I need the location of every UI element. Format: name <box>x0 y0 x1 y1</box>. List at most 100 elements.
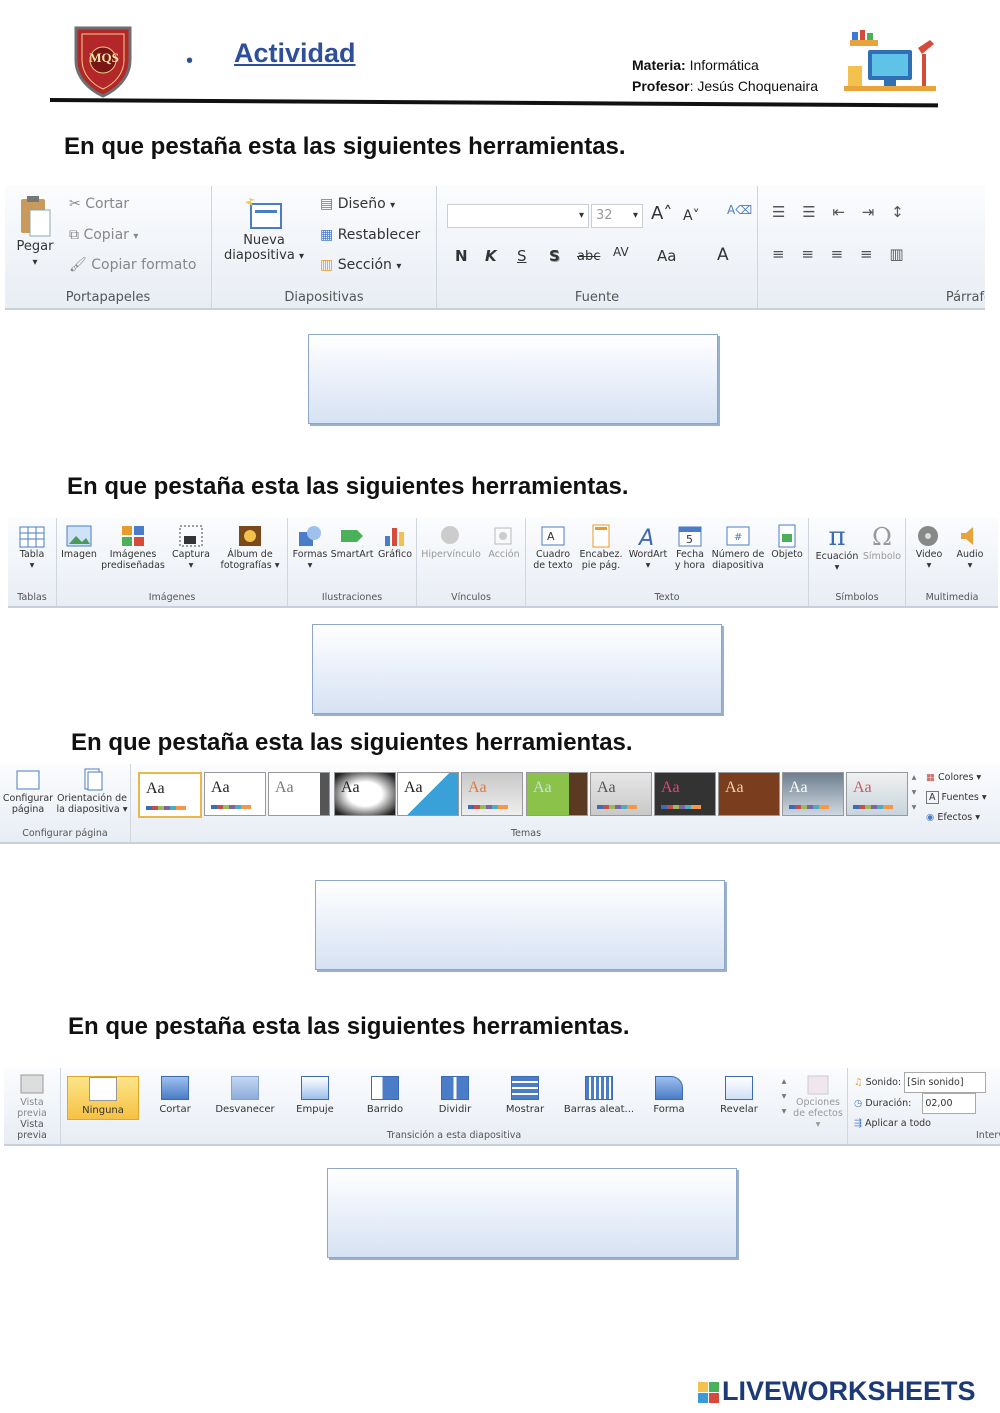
ribbon-inicio: Pegar ▾ ✂ Cortar ⧉ Copiar ▾ 🖌 Copiar form… <box>5 186 985 310</box>
format-painter-button[interactable]: 🖌 Copiar formato <box>69 257 196 273</box>
transition-scroll-icon[interactable]: ▴ ▾ ▾ <box>779 1074 789 1119</box>
screenshot-button[interactable]: Captura ▾ <box>169 524 213 572</box>
transition-empuje[interactable]: Empuje <box>281 1076 349 1118</box>
fonts-button[interactable]: A Fuentes ▾ <box>926 788 987 808</box>
answer-box-1[interactable] <box>308 334 718 424</box>
colors-button[interactable]: ▦ Colores ▾ <box>926 768 987 788</box>
theme-5[interactable]: Aa <box>397 772 459 816</box>
slide-number-button[interactable]: # Número de diapositiva <box>710 524 766 572</box>
wordart-button[interactable]: A WordArt ▾ <box>626 524 670 572</box>
answer-box-3[interactable] <box>315 880 725 970</box>
orientation-icon <box>84 768 103 791</box>
calendar-icon: 5 <box>678 526 702 547</box>
paste-button[interactable]: Pegar ▾ <box>13 194 57 270</box>
clear-format-icon[interactable]: A⌫ <box>727 203 752 218</box>
preview-button[interactable]: Vista previa <box>6 1072 58 1120</box>
cut-button[interactable]: ✂ Cortar <box>69 196 129 212</box>
video-button[interactable]: Video ▾ <box>910 524 948 572</box>
symbol-button[interactable]: Ω Símbolo <box>861 522 903 563</box>
pi-icon: π <box>828 522 846 552</box>
answer-box-2[interactable] <box>312 624 722 714</box>
transition-barrido[interactable]: Barrido <box>351 1076 419 1118</box>
group-label-interv: Interv <box>976 1130 1000 1141</box>
theme-9[interactable]: Aa <box>654 772 716 816</box>
table-icon <box>19 526 45 548</box>
object-button[interactable]: Objeto <box>768 524 806 561</box>
section-icon: ▥ <box>320 257 334 273</box>
theme-11[interactable]: Aa <box>782 772 844 816</box>
transition-dividir[interactable]: Dividir <box>421 1076 489 1118</box>
bold-button[interactable]: N <box>455 247 468 265</box>
theme-10[interactable]: Aa <box>718 772 780 816</box>
grow-font-icon[interactable]: A˄ <box>651 203 672 225</box>
sound-select[interactable]: [Sin sonido] <box>904 1072 987 1093</box>
group-label-ilustraciones: Ilustraciones <box>321 592 383 603</box>
slide-number-icon: # <box>726 526 750 546</box>
section-button[interactable]: ▥ Sección ▾ <box>320 257 401 273</box>
svg-text:A: A <box>637 526 654 548</box>
equation-button[interactable]: π Ecuación ▾ <box>813 522 861 574</box>
theme-8[interactable]: Aa <box>590 772 652 816</box>
photo-album-button[interactable]: Álbum de fotografías ▾ <box>215 524 285 572</box>
table-button[interactable]: Tabla ▾ <box>12 524 52 572</box>
change-case-button[interactable]: Aa <box>657 247 676 265</box>
action-button[interactable]: Acción <box>485 524 523 561</box>
list-buttons-icon[interactable]: ☰ ☰ ⇤ ⇥ ↕ <box>772 203 910 221</box>
textbox-button[interactable]: A Cuadro de texto <box>530 524 576 572</box>
transition-desvanecer[interactable]: Desvanecer <box>211 1076 279 1118</box>
copy-button[interactable]: ⧉ Copiar ▾ <box>69 227 138 243</box>
effect-options-icon <box>807 1075 829 1095</box>
answer-box-4[interactable] <box>327 1168 737 1258</box>
theme-1[interactable]: Aa <box>138 772 202 818</box>
new-slide-button[interactable]: Nueva diapositiva ▾ <box>218 196 310 264</box>
palette-icon: ▦ <box>926 772 935 783</box>
duration-input[interactable]: 02,00 <box>922 1093 977 1114</box>
transition-ninguna[interactable]: Ninguna <box>67 1076 139 1120</box>
date-time-button[interactable]: 5 Fecha y hora <box>672 524 708 572</box>
theme-7[interactable]: Aa <box>526 772 588 816</box>
clipart-button[interactable]: Imágenes prediseñadas <box>101 524 165 572</box>
image-button[interactable]: Imagen <box>59 524 99 561</box>
orientation-button[interactable]: Orientación de la diapositiva ▾ <box>56 768 128 816</box>
hyperlink-button[interactable]: Hipervínculo <box>419 524 483 561</box>
font-color-button[interactable]: A <box>717 245 729 266</box>
smartart-button[interactable]: SmartArt <box>330 524 374 561</box>
effect-options-button[interactable]: Opciones de efectos ▾ <box>791 1074 845 1131</box>
chart-icon <box>385 528 404 546</box>
shapes-button[interactable]: Formas ▾ <box>292 524 328 572</box>
theme-scroll-icon[interactable]: ▴ ▾ ▾ <box>909 770 919 815</box>
apply-all-button[interactable]: ⇶ Aplicar a todo <box>854 1114 994 1133</box>
strikethrough-button[interactable]: abc <box>577 249 600 265</box>
underline-button[interactable]: S <box>517 247 527 265</box>
liveworksheets-brand[interactable]: LIVEWORKSHEETS <box>722 1376 976 1407</box>
shadow-button[interactable]: S <box>549 247 560 265</box>
layout-button[interactable]: ▤ Diseño ▾ <box>320 196 395 212</box>
effects-button[interactable]: ◉ Efectos ▾ <box>926 808 987 828</box>
align-buttons-icon[interactable]: ≡ ≡ ≡ ≡ ▥ <box>772 245 910 263</box>
theme-12[interactable]: Aa <box>846 772 908 816</box>
header-footer-button[interactable]: Encabez. pie pág. <box>578 524 624 572</box>
shrink-font-icon[interactable]: A˅ <box>683 208 700 224</box>
svg-text:5: 5 <box>686 533 693 546</box>
transition-barras[interactable]: Barras aleat... <box>561 1076 637 1118</box>
group-imagenes: Imagen Imágenes prediseñadas Captura ▾ Álb… <box>57 518 288 606</box>
transition-cortar[interactable]: Cortar <box>141 1076 209 1118</box>
theme-3[interactable]: Aa <box>268 772 330 816</box>
font-name-select[interactable]: ▾ <box>447 204 589 228</box>
theme-2[interactable]: Aa <box>204 772 266 816</box>
transition-revelar[interactable]: Revelar <box>705 1076 773 1118</box>
theme-4[interactable]: Aa <box>334 772 396 816</box>
transition-mostrar[interactable]: Mostrar <box>491 1076 559 1118</box>
page-setup-icon <box>16 770 40 790</box>
chart-button[interactable]: Gráfico <box>376 524 414 561</box>
reset-button[interactable]: ▦ Restablecer <box>320 227 420 243</box>
transition-forma[interactable]: Forma <box>635 1076 703 1118</box>
italic-button[interactable]: K <box>485 247 497 265</box>
smartart-icon <box>341 530 363 542</box>
audio-button[interactable]: Audio ▾ <box>950 524 990 572</box>
page-setup-button[interactable]: Configurar página <box>2 768 54 816</box>
font-size-select[interactable]: 32 ▾ <box>591 204 643 228</box>
layout-icon: ▤ <box>320 196 334 212</box>
theme-6[interactable]: Aa <box>461 772 523 816</box>
spacing-button[interactable]: AV <box>613 245 629 260</box>
